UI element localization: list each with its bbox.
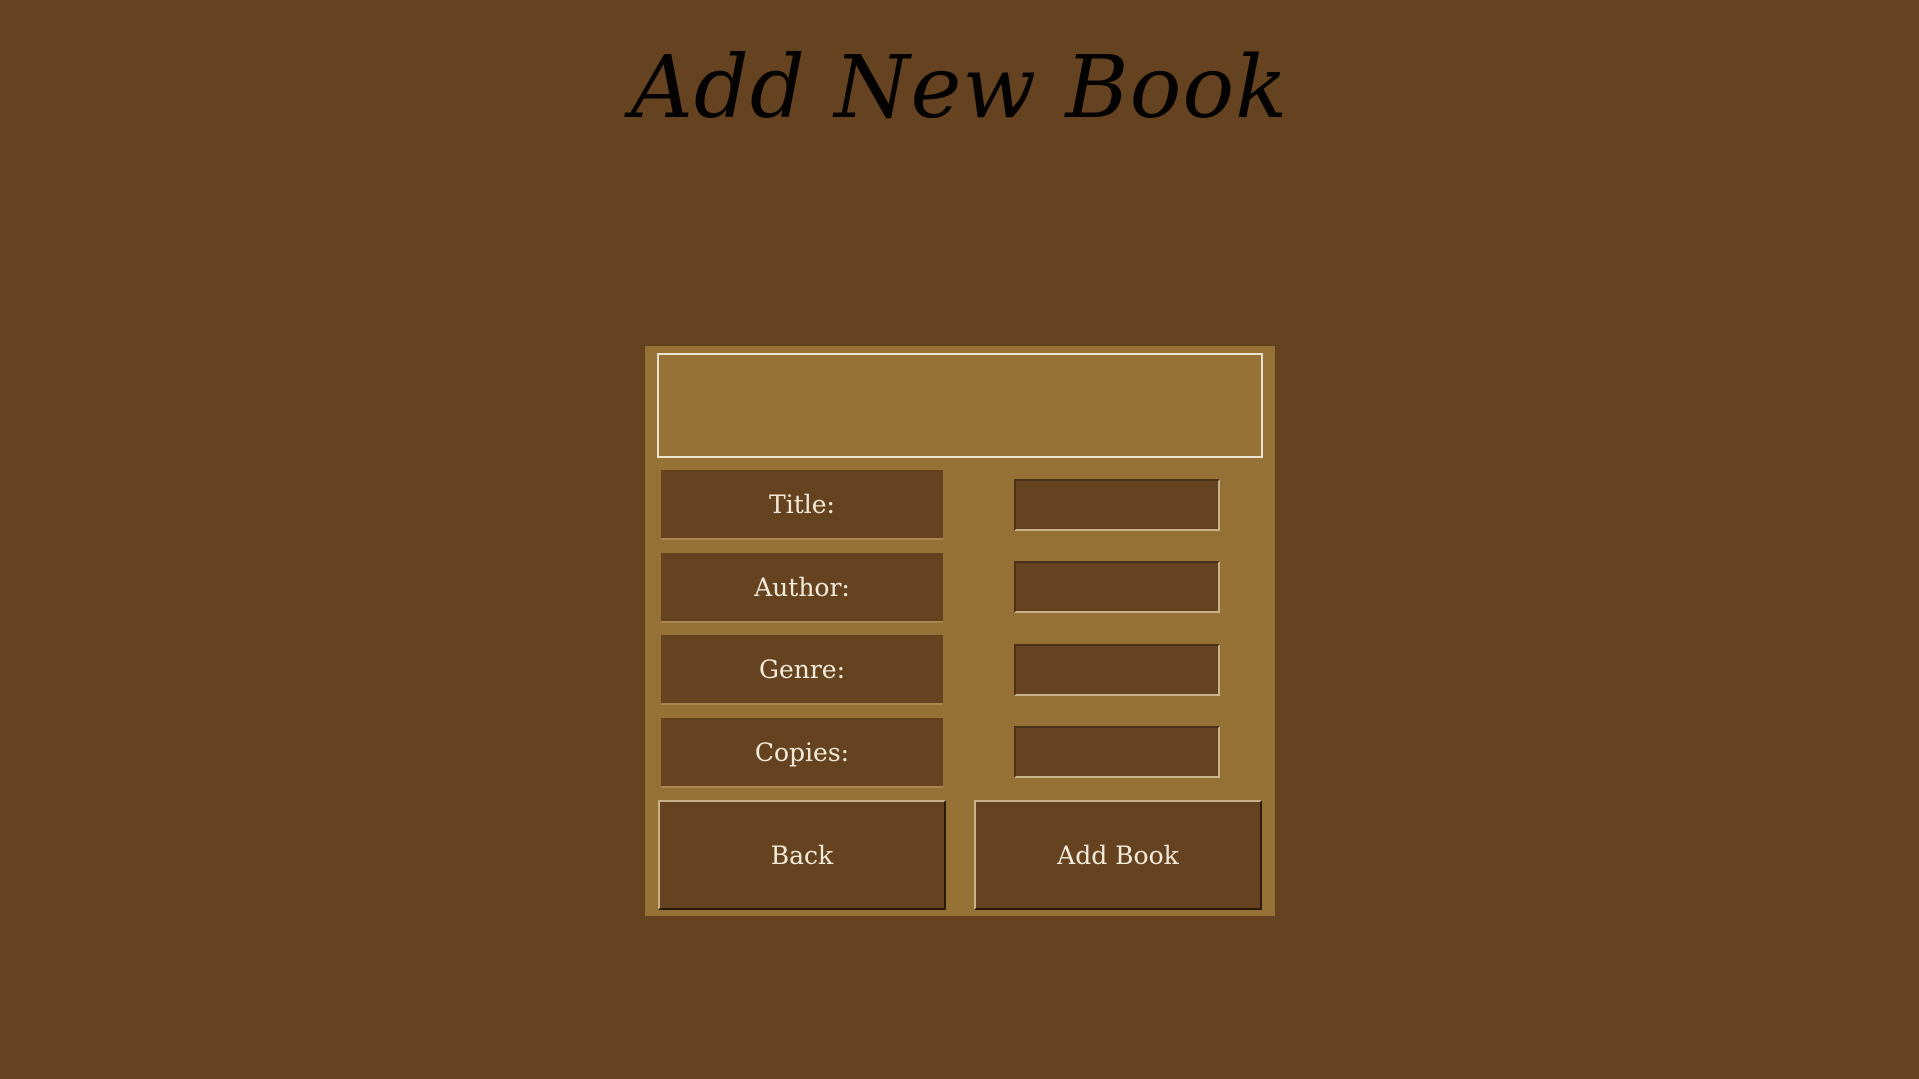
add-book-form-panel: Title: Author: Genre: Copies: Back Add B… — [645, 346, 1275, 916]
author-input[interactable] — [1014, 561, 1220, 613]
copies-input[interactable] — [1014, 726, 1220, 778]
genre-input[interactable] — [1014, 644, 1220, 696]
title-input[interactable] — [1014, 479, 1220, 531]
back-button[interactable]: Back — [658, 800, 946, 910]
add-book-button[interactable]: Add Book — [974, 800, 1262, 910]
page-title: Add New Book — [630, 38, 1289, 138]
copies-label: Copies: — [661, 718, 943, 788]
title-label: Title: — [661, 470, 943, 540]
genre-label: Genre: — [661, 635, 943, 705]
status-message-box — [657, 353, 1263, 458]
author-label: Author: — [661, 553, 943, 623]
